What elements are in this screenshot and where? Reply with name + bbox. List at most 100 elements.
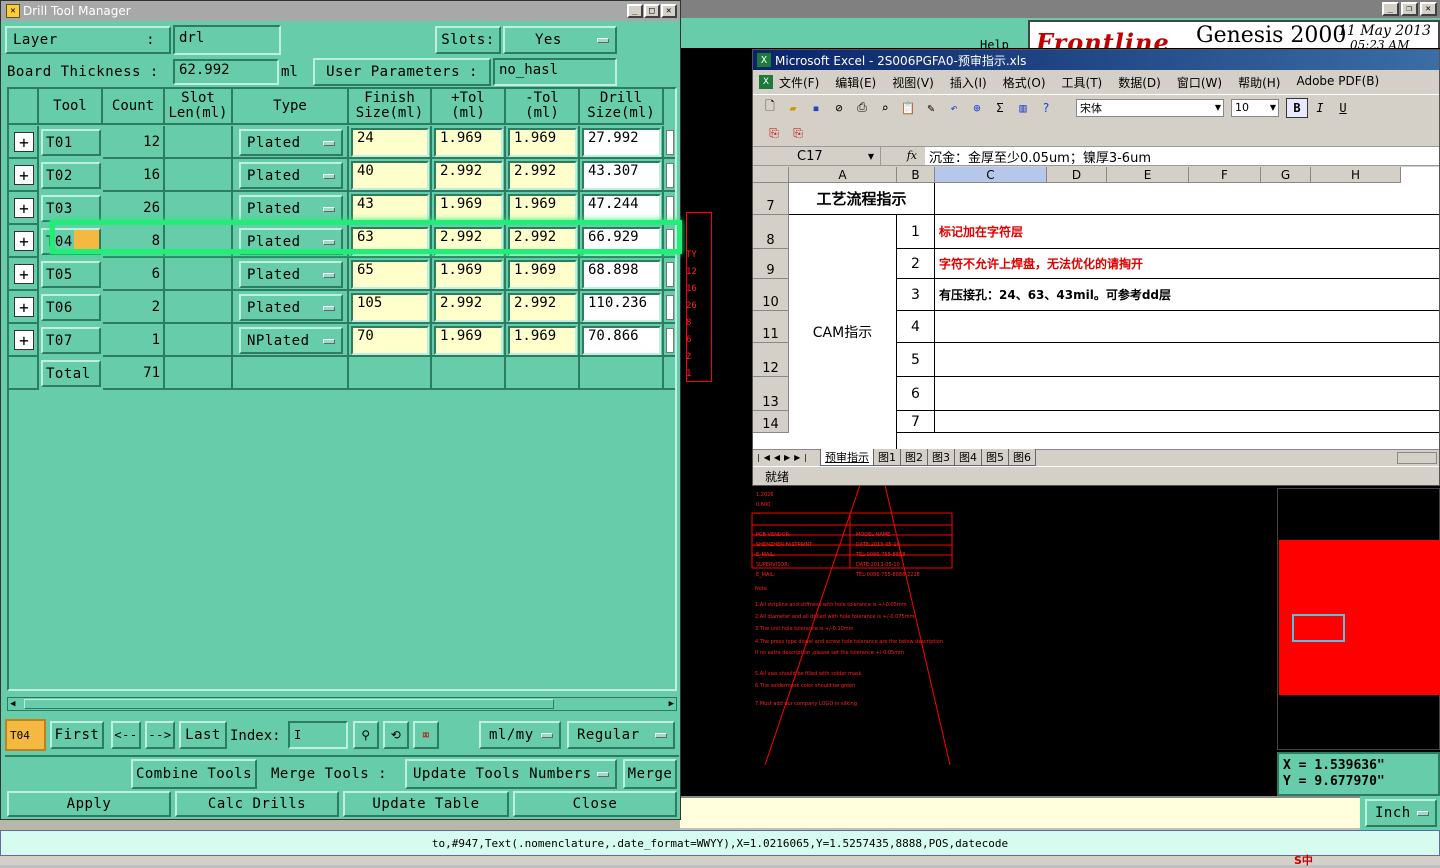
finish-size-input[interactable]: 65 <box>351 260 429 289</box>
previous-button[interactable]: <-- <box>111 721 141 749</box>
autosum-icon[interactable]: Σ <box>989 98 1011 118</box>
hyperlink-icon[interactable]: ⊕ <box>966 98 988 118</box>
scroll-left-icon[interactable]: ◀ <box>10 699 15 709</box>
excel-menu-item[interactable]: 编辑(E) <box>835 74 876 91</box>
ime-indicator[interactable]: S中 <box>1294 852 1313 868</box>
tool-name-button[interactable]: T07 <box>41 327 101 354</box>
update-tools-numbers-dropdown[interactable]: Update Tools Numbers <box>405 759 617 789</box>
minus-tol-input[interactable]: 2.992 <box>508 293 577 322</box>
plus-tol-input[interactable]: 1.969 <box>434 260 503 289</box>
grid-cell[interactable] <box>935 183 1439 215</box>
plus-tol-input[interactable]: 1.969 <box>434 194 503 223</box>
excel-menu-item[interactable]: 帮助(H) <box>1238 74 1280 91</box>
item-text[interactable] <box>935 311 1439 343</box>
finish-size-input[interactable]: 24 <box>351 128 429 157</box>
scroll-thumb[interactable] <box>24 699 554 709</box>
item-text[interactable]: 标记加在字符层 <box>935 215 1439 249</box>
restore-icon[interactable]: ❐ <box>1401 2 1418 16</box>
font-select[interactable]: 宋体 ▼ <box>1076 98 1224 117</box>
expand-icon[interactable]: + <box>14 198 34 218</box>
plus-tol-input[interactable]: 2.992 <box>434 161 503 190</box>
column-header[interactable]: A <box>789 167 897 183</box>
expand-icon[interactable]: + <box>14 165 34 185</box>
sheet-tab[interactable]: 图4 <box>954 449 982 466</box>
update-table-button[interactable]: Update Table <box>343 791 509 817</box>
column-header[interactable]: F <box>1189 167 1261 183</box>
type-dropdown[interactable]: Plated <box>239 129 343 156</box>
undo-icon[interactable]: ↶ <box>943 98 965 118</box>
minus-tol-input[interactable]: 1.969 <box>508 260 577 289</box>
type-dropdown[interactable]: Plated <box>239 294 343 321</box>
clear-icon[interactable]: ⌧ <box>413 721 439 749</box>
minimize-icon[interactable]: _ <box>1382 2 1399 16</box>
name-box[interactable]: C17 ▼ <box>753 147 881 165</box>
fx-icon[interactable]: fx <box>881 147 925 165</box>
minus-tol-input[interactable]: 1.969 <box>508 326 577 355</box>
sheet-tab[interactable]: 图1 <box>873 449 901 466</box>
item-text[interactable] <box>935 377 1439 411</box>
item-number[interactable]: 4 <box>897 311 935 343</box>
expand-icon[interactable]: + <box>14 264 34 284</box>
chart-wizard-icon[interactable]: ▥ <box>1012 98 1034 118</box>
expand-icon[interactable]: + <box>14 297 34 317</box>
tool-name-button[interactable]: T03 <box>41 195 101 222</box>
drill-size-input[interactable]: 110.236 <box>582 293 661 322</box>
underline-button[interactable]: U <box>1332 98 1354 118</box>
excel-menu-item[interactable]: 格式(O) <box>1003 74 1046 91</box>
sheet-tab-active[interactable]: 预审指示 <box>820 449 874 466</box>
plus-tol-input[interactable]: 2.992 <box>434 293 503 322</box>
merge-button[interactable]: Merge <box>623 759 677 789</box>
first-button[interactable]: First <box>50 721 104 749</box>
type-dropdown[interactable]: NPlated <box>239 327 343 354</box>
search-icon[interactable]: ⚲ <box>353 721 379 749</box>
item-number[interactable]: 7 <box>897 411 935 433</box>
item-number[interactable]: 3 <box>897 279 935 311</box>
units-dropdown[interactable]: ml/my <box>479 721 561 749</box>
column-header[interactable]: D <box>1047 167 1107 183</box>
drill-size-input[interactable]: 27.992 <box>582 128 661 157</box>
plus-tol-input[interactable]: 1.969 <box>434 128 503 157</box>
tool-name-button[interactable]: T01 <box>41 129 101 156</box>
expand-icon[interactable]: + <box>14 132 34 152</box>
new-file-icon[interactable]: 🗋 <box>759 98 781 118</box>
column-header[interactable]: G <box>1261 167 1311 183</box>
item-number[interactable]: 1 <box>897 215 935 249</box>
drill-size-input[interactable]: 70.866 <box>582 326 661 355</box>
thickness-field[interactable]: 62.992 <box>173 59 279 85</box>
finish-size-input[interactable]: 105 <box>351 293 429 322</box>
minus-tol-input[interactable]: 2.992 <box>508 161 577 190</box>
layer-field[interactable]: drl <box>173 25 281 55</box>
expand-icon[interactable]: + <box>14 231 34 251</box>
open-folder-icon[interactable]: ▰ <box>782 98 804 118</box>
research-icon[interactable]: ⌕ <box>874 98 896 118</box>
last-button[interactable]: Last <box>179 721 227 749</box>
select-all-corner[interactable] <box>753 167 789 183</box>
drill-size-input[interactable]: 43.307 <box>582 161 661 190</box>
format-painter-icon[interactable]: ✎ <box>920 98 942 118</box>
scroll-right-icon[interactable]: ▶ <box>669 699 674 709</box>
item-text[interactable]: 有压接孔：24、63、43mil。可参考dd层 <box>935 279 1439 311</box>
item-text[interactable] <box>935 411 1439 433</box>
slots-dropdown[interactable]: Yes <box>503 26 617 54</box>
unit-dropdown[interactable]: Inch <box>1365 799 1437 827</box>
plus-tol-input[interactable]: 1.969 <box>434 326 503 355</box>
excel-menu-item[interactable]: 文件(F) <box>779 74 819 91</box>
overview-viewport[interactable] <box>1292 614 1345 642</box>
row-header[interactable]: 9 <box>753 249 789 279</box>
close-icon[interactable]: ✕ <box>661 4 677 18</box>
finish-size-input[interactable]: 70 <box>351 326 429 355</box>
close-icon[interactable]: ✕ <box>1420 2 1437 16</box>
mode-dropdown[interactable]: Regular <box>567 721 675 749</box>
tool-name-button[interactable]: T02 <box>41 162 101 189</box>
sheet-grid[interactable]: ABCDEFGH 7 8 9 10 11 12 13 14 工艺流程指示 CAM指示 1 标记加在字… <box>753 167 1439 449</box>
column-header[interactable]: H <box>1311 167 1401 183</box>
permission-icon[interactable]: ⊘ <box>828 98 850 118</box>
sheet-tab[interactable]: 图2 <box>900 449 928 466</box>
sheet-nav-icon[interactable]: |◀◀▶▶| <box>753 453 821 462</box>
item-text[interactable]: 字符不允许上焊盘，无法优化的请掏开 <box>935 249 1439 279</box>
column-header[interactable]: C <box>935 167 1047 183</box>
row-header[interactable]: 13 <box>753 377 789 411</box>
sheet-tab[interactable]: 图5 <box>981 449 1009 466</box>
apply-button[interactable]: Apply <box>7 791 171 817</box>
row-header[interactable]: 11 <box>753 311 789 343</box>
